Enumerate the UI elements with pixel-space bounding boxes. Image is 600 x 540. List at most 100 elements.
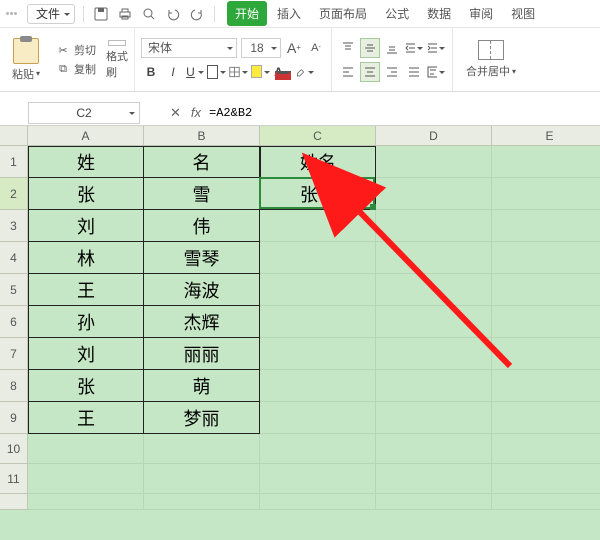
col-header-B[interactable]: B	[144, 126, 260, 146]
row-header-7[interactable]: 7	[0, 338, 28, 370]
cell-C1[interactable]: 姓名	[260, 146, 376, 178]
row-header-11[interactable]: 11	[0, 464, 28, 494]
cell-E3[interactable]	[492, 210, 600, 242]
col-header-D[interactable]: D	[376, 126, 492, 146]
row-header-10[interactable]: 10	[0, 434, 28, 464]
tab-视图[interactable]: 视图	[503, 1, 543, 26]
undo-icon[interactable]	[164, 5, 182, 23]
italic-button[interactable]: I	[163, 62, 183, 82]
align-bottom-button[interactable]	[382, 38, 402, 58]
tab-审阅[interactable]: 审阅	[461, 1, 501, 26]
cell-A4[interactable]: 林	[28, 242, 144, 274]
cell-D4[interactable]	[376, 242, 492, 274]
align-right-button[interactable]	[382, 62, 402, 82]
row-header-blank[interactable]	[0, 494, 28, 510]
font-name-combo[interactable]: 宋体	[141, 38, 237, 58]
cell-D3[interactable]	[376, 210, 492, 242]
cell-B4[interactable]: 雪琴	[144, 242, 260, 274]
row-header-3[interactable]: 3	[0, 210, 28, 242]
app-menu-icon[interactable]	[6, 12, 17, 15]
print-icon[interactable]	[116, 5, 134, 23]
cell-D8[interactable]	[376, 370, 492, 402]
cell-E6[interactable]	[492, 306, 600, 338]
cell-A2[interactable]: 张	[28, 178, 144, 210]
cell-D12[interactable]	[376, 494, 492, 510]
font-size-combo[interactable]: 18	[241, 38, 281, 58]
file-menu[interactable]: 文件	[27, 4, 75, 24]
cell-C5[interactable]	[260, 274, 376, 306]
cell-B5[interactable]: 海波	[144, 274, 260, 306]
cell-B9[interactable]: 梦丽	[144, 402, 260, 434]
clear-format-button[interactable]	[295, 62, 315, 82]
row-header-4[interactable]: 4	[0, 242, 28, 274]
cell-C10[interactable]	[260, 434, 376, 464]
row-header-2[interactable]: 2	[0, 178, 28, 210]
cell-style-button[interactable]	[229, 62, 249, 82]
cell-A5[interactable]: 王	[28, 274, 144, 306]
fill-color-button[interactable]	[251, 62, 271, 82]
increase-font-icon[interactable]: A+	[285, 38, 303, 58]
cell-B1[interactable]: 名	[144, 146, 260, 178]
cell-B12[interactable]	[144, 494, 260, 510]
cell-E9[interactable]	[492, 402, 600, 434]
indent-decrease-button[interactable]	[404, 38, 424, 58]
cell-D2[interactable]	[376, 178, 492, 210]
col-header-C[interactable]: C	[260, 126, 376, 146]
cell-E10[interactable]	[492, 434, 600, 464]
copy-button[interactable]: ⧉ 复制	[52, 61, 100, 78]
row-header-9[interactable]: 9	[0, 402, 28, 434]
cell-C2[interactable]: 张雪	[260, 178, 376, 210]
tab-页面布局[interactable]: 页面布局	[311, 1, 375, 26]
align-middle-button[interactable]	[360, 38, 380, 58]
underline-button[interactable]: U	[185, 62, 205, 82]
border-button[interactable]	[207, 62, 227, 82]
cell-B11[interactable]	[144, 464, 260, 494]
cell-C4[interactable]	[260, 242, 376, 274]
redo-icon[interactable]	[188, 5, 206, 23]
cell-B3[interactable]: 伟	[144, 210, 260, 242]
cut-button[interactable]: ✂ 剪切	[52, 42, 100, 59]
select-all-corner[interactable]	[0, 126, 28, 146]
cell-C8[interactable]	[260, 370, 376, 402]
cell-E1[interactable]	[492, 146, 600, 178]
tab-开始[interactable]: 开始	[227, 1, 267, 26]
decrease-font-icon[interactable]: A-	[307, 38, 325, 58]
cell-E8[interactable]	[492, 370, 600, 402]
cell-A9[interactable]: 王	[28, 402, 144, 434]
indent-increase-button[interactable]	[426, 38, 446, 58]
row-header-1[interactable]: 1	[0, 146, 28, 178]
cell-D5[interactable]	[376, 274, 492, 306]
paste-button[interactable]: 粘贴▾	[6, 38, 46, 82]
save-icon[interactable]	[92, 5, 110, 23]
cell-D1[interactable]	[376, 146, 492, 178]
tab-数据[interactable]: 数据	[419, 1, 459, 26]
cell-A3[interactable]: 刘	[28, 210, 144, 242]
font-color-button[interactable]: A	[273, 62, 293, 82]
cell-C12[interactable]	[260, 494, 376, 510]
cell-B7[interactable]: 丽丽	[144, 338, 260, 370]
formula-input[interactable]	[201, 102, 600, 124]
bold-button[interactable]: B	[141, 62, 161, 82]
cell-A1[interactable]: 姓	[28, 146, 144, 178]
cell-C11[interactable]	[260, 464, 376, 494]
cell-D10[interactable]	[376, 434, 492, 464]
format-painter-button[interactable]: 格式刷	[106, 40, 128, 80]
cell-A8[interactable]: 张	[28, 370, 144, 402]
cell-A12[interactable]	[28, 494, 144, 510]
row-header-5[interactable]: 5	[0, 274, 28, 306]
col-header-E[interactable]: E	[492, 126, 600, 146]
cell-D9[interactable]	[376, 402, 492, 434]
cell-A11[interactable]	[28, 464, 144, 494]
cell-A10[interactable]	[28, 434, 144, 464]
align-top-button[interactable]	[338, 38, 358, 58]
cell-E11[interactable]	[492, 464, 600, 494]
cell-E7[interactable]	[492, 338, 600, 370]
justify-button[interactable]	[404, 62, 424, 82]
name-box[interactable]: C2	[28, 102, 140, 124]
row-header-8[interactable]: 8	[0, 370, 28, 402]
cancel-formula-icon[interactable]: ✕	[170, 105, 181, 121]
tab-插入[interactable]: 插入	[269, 1, 309, 26]
cell-A7[interactable]: 刘	[28, 338, 144, 370]
cell-C3[interactable]	[260, 210, 376, 242]
tab-公式[interactable]: 公式	[377, 1, 417, 26]
